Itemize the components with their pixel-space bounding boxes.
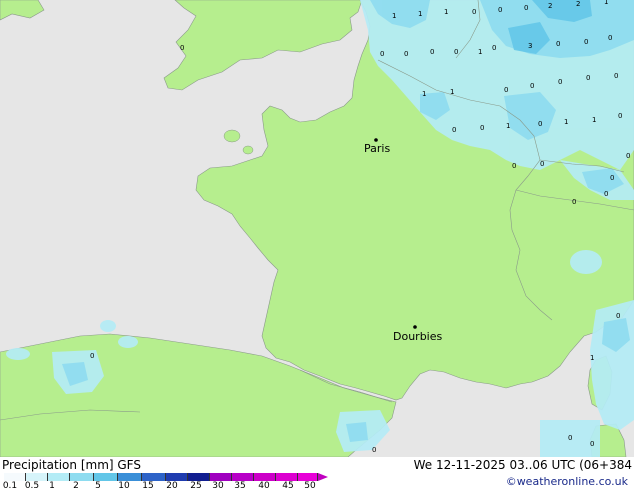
precip-value-label: 0: [572, 198, 576, 206]
precip-value-label: 1: [392, 12, 396, 20]
precip-value-label: 0: [584, 38, 588, 46]
scale-swatch: [210, 473, 232, 481]
scale-swatch: [166, 473, 188, 481]
precip-value-label: 0: [492, 44, 496, 52]
credit-link[interactable]: ©weatheronline.co.uk: [506, 475, 628, 488]
scale-swatch: [276, 473, 298, 481]
scale-swatch: [48, 473, 70, 481]
precip-value-label: 0: [626, 152, 630, 160]
precip-value-label: 0: [538, 120, 542, 128]
precip-value-label: 0: [524, 4, 528, 12]
precip-value-label: 0: [380, 50, 384, 58]
scale-arrow-icon: [318, 473, 328, 481]
precip-value-label: 1: [590, 354, 594, 362]
precip-value-label: 1: [450, 88, 454, 96]
precip-value-label: 1: [478, 48, 482, 56]
scale-swatch: [142, 473, 166, 481]
scale-swatch: [254, 473, 276, 481]
precip-value-label: 1: [444, 8, 448, 16]
scale-swatch: [4, 473, 26, 481]
precip-value-label: 3: [528, 42, 532, 50]
precip-value-label: 0: [616, 312, 620, 320]
dourbies-marker: [413, 325, 417, 329]
precip-value-label: 0: [618, 112, 622, 120]
precipitation-map: 1 1 1 0 0 2 2 1 0 0 3 0 0 0 0 0 1 1 0 0 1 0 0 0 0 0 0 0 1 0 1 1 0 0 0 0 0 0 0 1…: [0, 0, 634, 457]
scale-swatch: [298, 473, 318, 481]
precip-value-label: 0: [604, 190, 608, 198]
precip-value-label: 0: [180, 44, 184, 52]
precip-value-label: 0: [512, 162, 516, 170]
precip-value-label: 0: [472, 8, 476, 16]
precip-value-label: 0: [452, 126, 456, 134]
precip-value-label: 0: [608, 34, 612, 42]
precip-value-label: 0: [586, 74, 590, 82]
precip-value-label: 1: [418, 10, 422, 18]
precip-value-label: 0: [498, 6, 502, 14]
precip-value-label: 0: [540, 160, 544, 168]
precip-value-label: 2: [576, 0, 580, 8]
land-channel-island: [223, 129, 241, 143]
precip-value-label: 1: [592, 116, 596, 124]
forecast-timestamp: We 12-11-2025 03..06 UTC (06+384: [413, 458, 632, 472]
scale-swatch: [94, 473, 118, 481]
precip-value-label: 0: [556, 40, 560, 48]
scale-swatch: [188, 473, 210, 481]
precip-value-label: 0: [590, 440, 594, 448]
precip-value-label: 0: [404, 50, 408, 58]
precip-value-label: 0: [558, 78, 562, 86]
scale-swatch: [232, 473, 254, 481]
map-title: Precipitation [mm] GFS: [2, 458, 141, 472]
land-channel-island: [242, 145, 254, 155]
precip-value-label: 0: [530, 82, 534, 90]
dourbies-label: Dourbies: [393, 330, 443, 343]
precip-value-label: 0: [480, 124, 484, 132]
precip-value-label: 0: [430, 48, 434, 56]
precip-value-label: 1: [604, 0, 608, 6]
precip-value-label: 1: [422, 90, 426, 98]
precip-color-scale: [4, 473, 318, 481]
precip-value-label: 2: [548, 2, 552, 10]
map-footer: Precipitation [mm] GFS We 12-11-2025 03.…: [0, 457, 634, 491]
scale-swatch: [26, 473, 48, 481]
scale-swatch: [118, 473, 142, 481]
paris-label: Paris: [364, 142, 390, 155]
precip-value-label: 0: [568, 434, 572, 442]
scale-swatch: [70, 473, 94, 481]
precip-value-label: 1: [564, 118, 568, 126]
precip-value-label: 1: [506, 122, 510, 130]
precip-value-label: 0: [504, 86, 508, 94]
precip-value-label: 0: [372, 446, 376, 454]
precip-value-label: 0: [454, 48, 458, 56]
weather-map-screen: 1 1 1 0 0 2 2 1 0 0 3 0 0 0 0 0 1 1 0 0 1 0 0 0 0 0 0 0 1 0 1 1 0 0 0 0 0 0 0 1…: [0, 0, 634, 491]
precip-value-label: 0: [614, 72, 618, 80]
precip-value-label: 0: [90, 352, 94, 360]
precip-value-label: 0: [610, 174, 614, 182]
